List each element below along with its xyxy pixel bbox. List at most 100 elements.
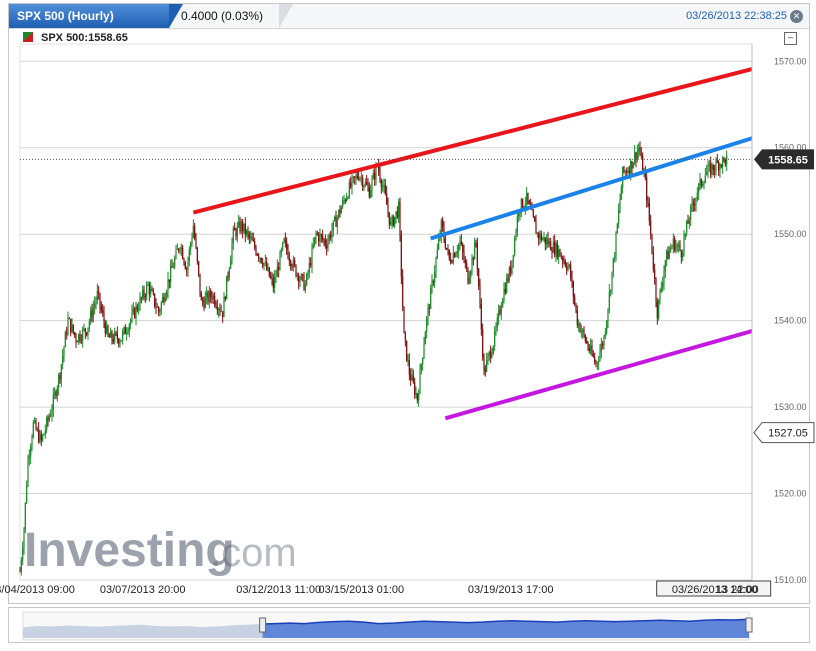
- candle-body: [148, 284, 150, 295]
- candle-body: [67, 318, 69, 335]
- candle-body: [240, 221, 242, 232]
- candle-body: [464, 260, 466, 264]
- candle-body: [463, 252, 465, 261]
- candle-body: [284, 238, 286, 242]
- candle-body: [614, 256, 616, 258]
- candle-body: [648, 203, 650, 221]
- candle-body: [608, 291, 610, 310]
- candle-body: [35, 420, 37, 430]
- candle-body: [251, 237, 253, 241]
- candle-body: [150, 289, 152, 295]
- candle-body: [544, 237, 546, 244]
- candle-body: [259, 258, 261, 259]
- candle-body: [94, 303, 96, 308]
- price-chart[interactable]: Investing .com 1570.001560.001550.001540…: [0, 0, 816, 605]
- candle-body: [571, 278, 573, 282]
- candle-body: [548, 241, 550, 245]
- candle-body: [480, 303, 482, 330]
- candle-body: [224, 297, 226, 300]
- candle-body: [479, 286, 481, 304]
- candle-body: [324, 239, 326, 245]
- candle-body: [327, 240, 329, 249]
- candle-body: [54, 392, 56, 395]
- candle-body: [182, 247, 184, 259]
- candle-body: [663, 270, 665, 283]
- candle-body: [307, 272, 309, 274]
- candle-body: [355, 175, 357, 178]
- candle-body: [358, 177, 360, 180]
- candle-body: [671, 246, 673, 249]
- candle-body: [79, 334, 81, 341]
- candle-body: [674, 238, 676, 251]
- candle-body: [172, 267, 174, 268]
- candle-body: [171, 266, 173, 268]
- navigator-right-handle[interactable]: [745, 617, 753, 633]
- candle-body: [604, 332, 606, 337]
- candle-body: [382, 186, 384, 188]
- candle-body: [726, 155, 728, 165]
- candle-body: [487, 355, 489, 361]
- candle-body: [304, 284, 306, 290]
- candle-body: [560, 256, 562, 258]
- candle-body: [278, 267, 280, 271]
- candle-body: [343, 200, 345, 201]
- candle-body: [220, 311, 222, 313]
- candle-body: [96, 290, 98, 301]
- candle-body: [675, 246, 677, 251]
- candle-body: [344, 200, 346, 202]
- navigator-left-handle[interactable]: [259, 617, 267, 633]
- candle-body: [340, 207, 342, 214]
- candle-body: [243, 223, 245, 232]
- candle-body: [555, 243, 557, 255]
- candle-body: [356, 175, 358, 178]
- x-tick-label: 03/12/2013 11:00: [236, 584, 321, 596]
- candle-body: [212, 295, 214, 300]
- candle-body: [536, 233, 538, 234]
- candle-body: [131, 311, 133, 320]
- candle-body: [667, 251, 669, 260]
- navigator-plot[interactable]: [9, 608, 809, 642]
- candle-body: [599, 351, 601, 361]
- candle-body: [636, 150, 638, 160]
- candle-body: [270, 276, 272, 278]
- candle-body: [634, 152, 636, 163]
- candle-body: [26, 485, 28, 503]
- candle-body: [55, 392, 57, 397]
- candle-body: [538, 233, 540, 239]
- candle-body: [274, 277, 276, 289]
- candle-body: [398, 201, 400, 218]
- candle-body: [606, 321, 608, 333]
- candle-body: [400, 235, 402, 277]
- candle-body: [196, 247, 198, 262]
- candle-body: [103, 312, 105, 323]
- candle-body: [350, 182, 352, 187]
- candle-body: [702, 184, 704, 186]
- candle-body: [430, 288, 432, 309]
- candle-body: [574, 296, 576, 304]
- candle-body: [211, 296, 213, 300]
- candle-body: [248, 233, 250, 238]
- trendline-bottom[interactable]: [444, 329, 753, 421]
- candle-body: [687, 221, 689, 224]
- candle-body: [647, 200, 649, 204]
- candle-body: [424, 332, 426, 345]
- candle-body: [244, 223, 246, 235]
- candle-body: [472, 257, 474, 260]
- candle-body: [127, 331, 129, 333]
- candle-body: [483, 357, 485, 369]
- candle-body: [562, 257, 564, 262]
- candle-body: [447, 248, 449, 250]
- candle-body: [610, 290, 612, 292]
- candle-body: [419, 369, 421, 394]
- candle-body: [511, 260, 513, 274]
- candle-body: [710, 163, 712, 175]
- trendlines[interactable]: [192, 67, 753, 421]
- candle-body: [122, 332, 124, 341]
- candle-body: [83, 328, 85, 330]
- range-navigator[interactable]: [8, 607, 810, 643]
- candle-body: [392, 216, 394, 226]
- candle-body: [128, 324, 130, 332]
- trendline-top[interactable]: [192, 67, 753, 215]
- x-tick-label: 03/04/2013 09:00: [0, 584, 75, 596]
- candle-body: [78, 334, 80, 342]
